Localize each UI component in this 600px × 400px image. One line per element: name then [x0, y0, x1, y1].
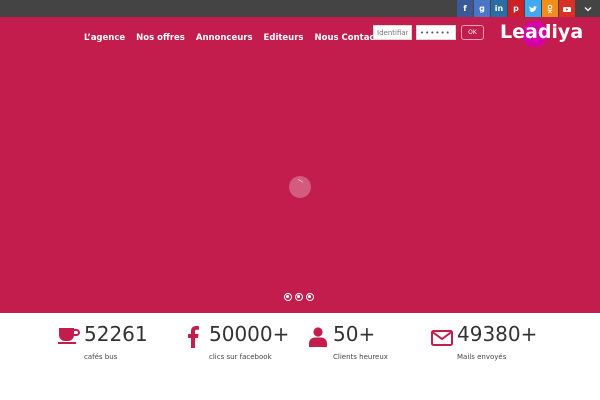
- login-form: OK: [373, 25, 484, 40]
- logo-text: Leadiya: [500, 21, 584, 43]
- top-bar: f g in p: [0, 0, 600, 17]
- stat-value: 50000+: [209, 322, 290, 346]
- stat-value: 50+: [333, 322, 376, 346]
- stat-label: cafés bus: [84, 353, 118, 361]
- nav-item-editeurs[interactable]: Editeurs: [264, 33, 304, 43]
- pinterest-icon[interactable]: p: [508, 0, 524, 17]
- social-links: f g in p: [456, 0, 600, 17]
- password-input[interactable]: [416, 25, 456, 40]
- loading-spinner-icon: [289, 176, 311, 198]
- google-plus-icon[interactable]: g: [474, 0, 490, 17]
- youtube-icon[interactable]: [559, 0, 575, 17]
- chevron-down-icon[interactable]: [576, 0, 600, 17]
- slider-pagination: [284, 293, 317, 301]
- username-input[interactable]: [373, 25, 412, 40]
- coffee-cup-icon: [58, 328, 80, 344]
- hero-slider: L’agence Nos offres Annonceurs Editeurs …: [0, 17, 600, 313]
- stats-section: 52261 cafés bus 50000+ clics sur faceboo…: [0, 313, 600, 400]
- stat-label: Clients heureux: [333, 353, 388, 361]
- facebook-icon[interactable]: f: [457, 0, 473, 17]
- nav-item-annonceurs[interactable]: Annonceurs: [196, 33, 253, 43]
- slider-dot-3[interactable]: [306, 293, 314, 301]
- nav-item-agence[interactable]: L’agence: [84, 33, 125, 43]
- odnoklassniki-icon[interactable]: [542, 0, 558, 17]
- logo[interactable]: Leadiya: [500, 21, 590, 47]
- linkedin-icon[interactable]: in: [491, 0, 507, 17]
- stat-value: 49380+: [457, 322, 538, 346]
- envelope-icon: [431, 330, 453, 346]
- login-submit-button[interactable]: OK: [461, 25, 484, 40]
- user-icon: [309, 327, 327, 347]
- slider-dot-2[interactable]: [295, 293, 303, 301]
- nav-item-offres[interactable]: Nos offres: [136, 33, 185, 43]
- facebook-icon: [188, 326, 199, 348]
- stat-label: clics sur facebook: [209, 353, 272, 361]
- slider-dot-1[interactable]: [284, 293, 292, 301]
- stat-value: 52261: [84, 322, 148, 346]
- twitter-icon[interactable]: [525, 0, 541, 17]
- stat-label: Mails envoyés: [457, 353, 507, 361]
- main-nav: L’agence Nos offres Annonceurs Editeurs …: [84, 33, 400, 43]
